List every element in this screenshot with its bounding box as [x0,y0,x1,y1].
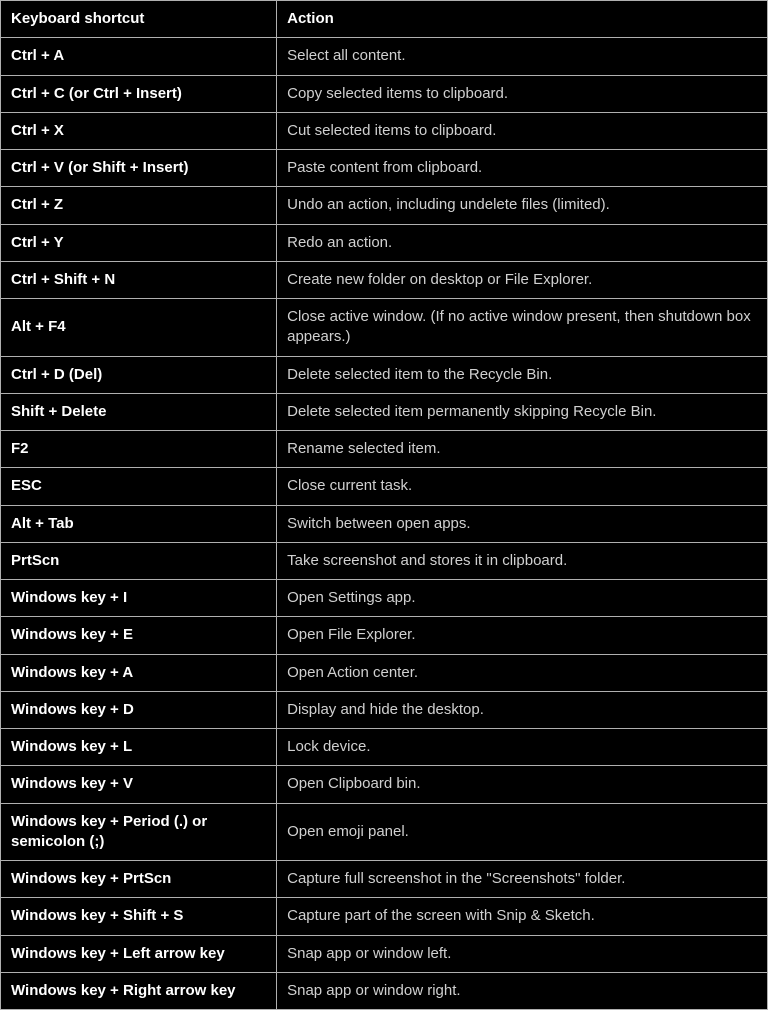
shortcut-cell: F2 [1,431,277,468]
table-row: Windows key + Left arrow keySnap app or … [1,935,768,972]
table-row: Alt + TabSwitch between open apps. [1,505,768,542]
action-cell: Lock device. [277,729,768,766]
table-row: Windows key + Shift + SCapture part of t… [1,898,768,935]
table-row: Ctrl + Shift + NCreate new folder on des… [1,261,768,298]
shortcut-cell: Windows key + Shift + S [1,898,277,935]
shortcut-cell: Windows key + D [1,691,277,728]
action-cell: Take screenshot and stores it in clipboa… [277,542,768,579]
shortcuts-table: Keyboard shortcut Action Ctrl + ASelect … [0,0,768,1010]
action-cell: Snap app or window left. [277,935,768,972]
shortcut-cell: Ctrl + Shift + N [1,261,277,298]
table-row: Windows key + Period (.) or semicolon (;… [1,803,768,861]
shortcut-cell: Windows key + PrtScn [1,861,277,898]
shortcut-cell: Windows key + L [1,729,277,766]
header-action: Action [277,1,768,38]
table-row: Windows key + AOpen Action center. [1,654,768,691]
action-cell: Undo an action, including undelete files… [277,187,768,224]
action-cell: Delete selected item permanently skippin… [277,393,768,430]
action-cell: Close active window. (If no active windo… [277,299,768,357]
shortcut-cell: Windows key + Right arrow key [1,972,277,1009]
action-cell: Open Settings app. [277,580,768,617]
shortcut-cell: PrtScn [1,542,277,579]
action-cell: Capture full screenshot in the "Screensh… [277,861,768,898]
shortcut-cell: ESC [1,468,277,505]
action-cell: Capture part of the screen with Snip & S… [277,898,768,935]
table-row: Ctrl + YRedo an action. [1,224,768,261]
table-row: PrtScnTake screenshot and stores it in c… [1,542,768,579]
shortcut-cell: Alt + Tab [1,505,277,542]
action-cell: Delete selected item to the Recycle Bin. [277,356,768,393]
table-row: Windows key + Right arrow keySnap app or… [1,972,768,1009]
shortcut-cell: Windows key + V [1,766,277,803]
table-row: Ctrl + ASelect all content. [1,38,768,75]
action-cell: Snap app or window right. [277,972,768,1009]
table-row: Ctrl + C (or Ctrl + Insert)Copy selected… [1,75,768,112]
action-cell: Open Clipboard bin. [277,766,768,803]
shortcut-cell: Windows key + E [1,617,277,654]
table-row: Windows key + EOpen File Explorer. [1,617,768,654]
shortcut-cell: Ctrl + X [1,112,277,149]
action-cell: Open File Explorer. [277,617,768,654]
action-cell: Cut selected items to clipboard. [277,112,768,149]
action-cell: Rename selected item. [277,431,768,468]
shortcut-cell: Ctrl + Y [1,224,277,261]
shortcut-cell: Ctrl + A [1,38,277,75]
table-row: Windows key + VOpen Clipboard bin. [1,766,768,803]
shortcut-cell: Ctrl + V (or Shift + Insert) [1,150,277,187]
table-row: Ctrl + D (Del)Delete selected item to th… [1,356,768,393]
table-row: Alt + F4Close active window. (If no acti… [1,299,768,357]
table-row: Windows key + PrtScnCapture full screens… [1,861,768,898]
table-row: ESCClose current task. [1,468,768,505]
table-row: Windows key + IOpen Settings app. [1,580,768,617]
table-row: F2Rename selected item. [1,431,768,468]
action-cell: Display and hide the desktop. [277,691,768,728]
shortcut-cell: Windows key + Left arrow key [1,935,277,972]
table-header-row: Keyboard shortcut Action [1,1,768,38]
shortcut-cell: Ctrl + D (Del) [1,356,277,393]
table-row: Ctrl + V (or Shift + Insert)Paste conten… [1,150,768,187]
header-shortcut: Keyboard shortcut [1,1,277,38]
action-cell: Copy selected items to clipboard. [277,75,768,112]
action-cell: Switch between open apps. [277,505,768,542]
action-cell: Paste content from clipboard. [277,150,768,187]
action-cell: Select all content. [277,38,768,75]
table-row: Shift + DeleteDelete selected item perma… [1,393,768,430]
action-cell: Close current task. [277,468,768,505]
shortcut-cell: Alt + F4 [1,299,277,357]
action-cell: Create new folder on desktop or File Exp… [277,261,768,298]
table-row: Windows key + LLock device. [1,729,768,766]
shortcut-cell: Windows key + I [1,580,277,617]
shortcut-cell: Ctrl + Z [1,187,277,224]
action-cell: Open emoji panel. [277,803,768,861]
shortcut-cell: Windows key + Period (.) or semicolon (;… [1,803,277,861]
table-row: Ctrl + XCut selected items to clipboard. [1,112,768,149]
shortcut-cell: Ctrl + C (or Ctrl + Insert) [1,75,277,112]
table-row: Ctrl + ZUndo an action, including undele… [1,187,768,224]
action-cell: Redo an action. [277,224,768,261]
shortcut-cell: Windows key + A [1,654,277,691]
action-cell: Open Action center. [277,654,768,691]
table-row: Windows key + DDisplay and hide the desk… [1,691,768,728]
shortcut-cell: Shift + Delete [1,393,277,430]
